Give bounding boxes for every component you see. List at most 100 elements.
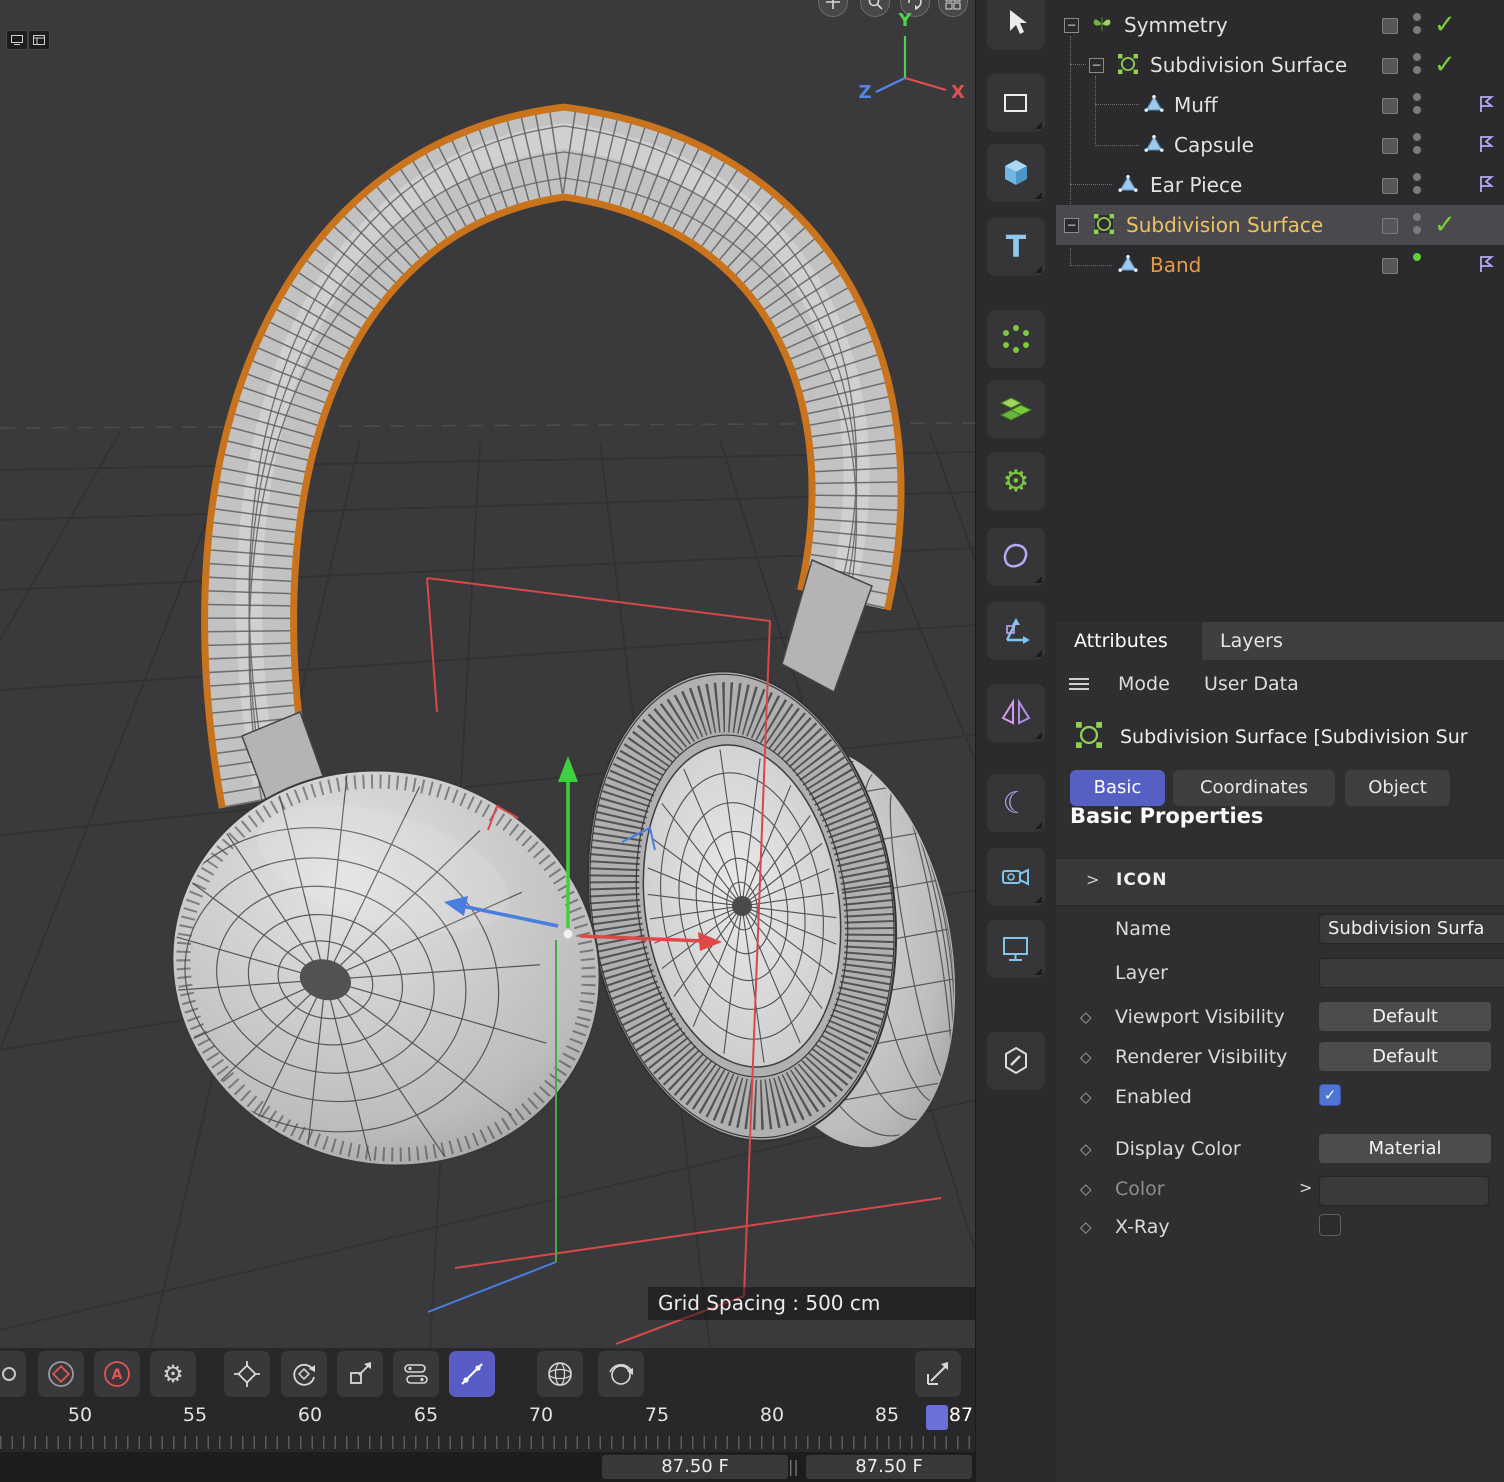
hamburger-menu-icon[interactable] (1069, 678, 1089, 692)
record-parameter-button[interactable] (393, 1351, 439, 1397)
mirror-tool-button[interactable] (987, 684, 1045, 742)
live-selection-tool-button[interactable] (987, 0, 1045, 50)
tree-item-subdivision-surface-selected[interactable]: − Subdivision Surface ✓ (1056, 205, 1504, 245)
add-cube-button[interactable] (987, 144, 1045, 202)
collapse-icon[interactable]: − (1064, 18, 1079, 33)
visibility-dots[interactable] (1412, 93, 1422, 117)
menu-user-data[interactable]: User Data (1204, 662, 1299, 706)
ruler-tick-label[interactable]: 75 (635, 1404, 679, 1426)
tree-item-band[interactable]: Band (1056, 245, 1504, 285)
tab-basic[interactable]: Basic (1070, 770, 1165, 806)
tab-coordinates[interactable]: Coordinates (1173, 770, 1335, 806)
display-color-dropdown[interactable]: Material (1319, 1134, 1491, 1163)
current-frame-label[interactable]: 87 (939, 1404, 983, 1426)
tree-item-ear-piece[interactable]: Ear Piece (1056, 165, 1504, 205)
film-icon[interactable] (28, 30, 50, 50)
layer-square[interactable] (1382, 98, 1398, 114)
icon-section-header[interactable]: > ICON (1056, 858, 1504, 906)
polygon-object-icon (1118, 174, 1138, 194)
edit-mode-button[interactable] (987, 1032, 1045, 1090)
record-keyframe-button[interactable] (38, 1351, 84, 1397)
rectangle-select-tool-button[interactable] (987, 74, 1045, 132)
display-button[interactable] (987, 920, 1045, 978)
phong-tag-icon[interactable] (1478, 175, 1494, 193)
frame-start-field[interactable]: 87.50 F (602, 1455, 788, 1479)
keying-settings-button[interactable]: ⚙ (150, 1351, 196, 1397)
visibility-dots[interactable] (1412, 53, 1422, 77)
phong-tag-icon[interactable] (1478, 135, 1494, 153)
layer-square[interactable] (1382, 218, 1398, 234)
enabled-label: Enabled (1115, 1086, 1192, 1108)
ruler-tick-label[interactable]: 80 (750, 1404, 794, 1426)
ruler-tick-label[interactable]: 65 (404, 1404, 448, 1426)
modifiers-button[interactable]: ⚙ (987, 452, 1045, 510)
enabled-checkbox[interactable]: ✓ (1319, 1084, 1341, 1106)
menu-mode[interactable]: Mode (1118, 662, 1170, 706)
workplane-button[interactable] (987, 602, 1045, 660)
timeline-frame-button[interactable] (915, 1351, 961, 1397)
ruler-tick-label[interactable]: 70 (519, 1404, 563, 1426)
enabled-check-icon[interactable]: ✓ (1434, 10, 1456, 40)
ruler-tick-label[interactable]: 60 (288, 1404, 332, 1426)
tree-item-muff[interactable]: Muff (1056, 85, 1504, 125)
model-mode-button[interactable] (987, 380, 1045, 438)
timeline-ruler[interactable] (0, 1436, 975, 1449)
diamond-icon: ◇ (1080, 1048, 1092, 1066)
ruler-tick-label[interactable]: 50 (58, 1404, 102, 1426)
renderer-visibility-dropdown[interactable]: Default (1319, 1042, 1491, 1071)
ruler-tick-label[interactable]: 55 (173, 1404, 217, 1426)
layer-square[interactable] (1382, 58, 1398, 74)
viewport-visibility-dropdown[interactable]: Default (1319, 1002, 1491, 1031)
name-field[interactable]: Subdivision Surfa (1319, 914, 1504, 944)
color-swatch-field[interactable] (1319, 1176, 1489, 1206)
collapse-icon[interactable]: − (1089, 58, 1104, 73)
visibility-dots[interactable] (1412, 133, 1422, 157)
name-label: Name (1115, 918, 1171, 940)
playback-sphere-button[interactable] (537, 1351, 583, 1397)
visibility-dots[interactable] (1412, 253, 1422, 277)
phong-tag-icon[interactable] (1478, 255, 1494, 273)
text-tool-button[interactable]: T (987, 218, 1045, 276)
record-scale-button[interactable] (337, 1351, 383, 1397)
point-level-animation-toggle[interactable] (449, 1351, 495, 1397)
xray-checkbox[interactable] (1319, 1214, 1341, 1236)
tree-item-symmetry[interactable]: − Symmetry ✓ (1056, 5, 1504, 45)
subdivision-surface-icon (1118, 54, 1138, 74)
shading-button[interactable]: ☾ (987, 774, 1045, 832)
keyframe-record-icon (46, 1359, 76, 1389)
monitor-icon[interactable] (6, 30, 28, 50)
enabled-check-icon[interactable]: ✓ (1434, 210, 1456, 240)
symmetry-icon (1092, 14, 1112, 34)
points-mode-button[interactable] (987, 310, 1045, 368)
object-manager: − Symmetry ✓ − Subdivision Surface ✓ (1056, 0, 1504, 622)
grid-spacing-label: Grid Spacing : 500 cm (648, 1287, 975, 1320)
layer-square[interactable] (1382, 138, 1398, 154)
layer-square[interactable] (1382, 18, 1398, 34)
record-position-button[interactable] (224, 1351, 270, 1397)
ruler-tick-label[interactable]: 85 (865, 1404, 909, 1426)
collapse-icon[interactable]: − (1064, 218, 1079, 233)
camera-button[interactable] (987, 848, 1045, 906)
range-grip[interactable]: || (788, 1455, 799, 1479)
tab-attributes[interactable]: Attributes (1056, 622, 1201, 660)
record-rotation-button[interactable] (281, 1351, 327, 1397)
tree-item-capsule[interactable]: Capsule (1056, 125, 1504, 165)
tree-item-subdivision-surface[interactable]: − Subdivision Surface ✓ (1056, 45, 1504, 85)
frame-end-field[interactable]: 87.50 F (806, 1455, 972, 1479)
phong-tag-icon[interactable] (1478, 95, 1494, 113)
visibility-dots[interactable] (1412, 173, 1422, 197)
viewport-3d[interactable]: Y Z X Grid Spacing : 500 cm (0, 0, 975, 1348)
layer-field[interactable] (1319, 958, 1504, 988)
enabled-check-icon[interactable]: ✓ (1434, 50, 1456, 80)
tab-layers[interactable]: Layers (1201, 622, 1504, 660)
visibility-dots[interactable] (1412, 213, 1422, 237)
layer-square[interactable] (1382, 258, 1398, 274)
tab-object[interactable]: Object (1345, 770, 1450, 806)
spline-pen-button[interactable] (987, 528, 1045, 586)
layer-square[interactable] (1382, 178, 1398, 194)
chevron-right-icon[interactable]: > (1299, 1178, 1312, 1197)
partial-tool-button[interactable] (0, 1351, 26, 1397)
rotate-sphere-button[interactable] (598, 1351, 644, 1397)
autokey-button[interactable]: A (94, 1351, 140, 1397)
visibility-dots[interactable] (1412, 13, 1422, 37)
